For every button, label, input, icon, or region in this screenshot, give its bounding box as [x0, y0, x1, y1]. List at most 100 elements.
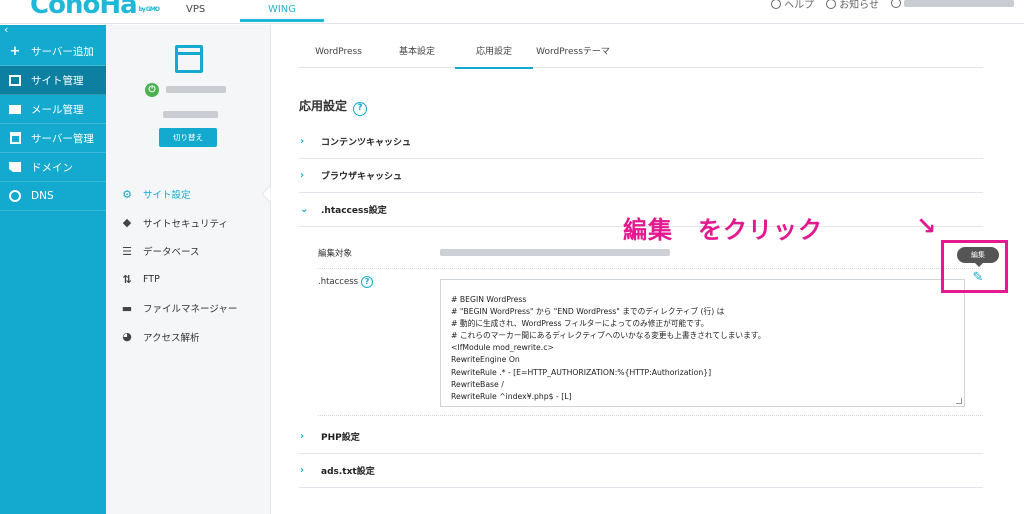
site-menu-item-access-analysis[interactable]: ◕ アクセス解析: [106, 323, 270, 352]
account-name-blurred: [904, 0, 1014, 7]
htaccess-label-text: .htaccess: [318, 277, 359, 287]
code-line: # これらのマーカー間にあるディレクティブへのいかなる変更も上書きされてしまいま…: [451, 331, 766, 341]
bell-icon: [826, 0, 837, 9]
sidebar-item-label: サーバー管理: [31, 132, 94, 145]
divider: [318, 268, 983, 269]
top-right-links: ヘルプ お知らせ: [771, 0, 1014, 11]
page-title: 応用設定?: [299, 97, 368, 116]
site-menu-label: データベース: [143, 247, 200, 259]
sidebar-collapse-button[interactable]: ‹: [0, 24, 106, 37]
folder-icon: ▬: [121, 301, 133, 315]
top-bar: ConoHa by GMO VPS WING ヘルプ お知らせ: [0, 0, 1024, 24]
site-window-icon: [175, 45, 203, 73]
section-title: PHP設定: [321, 433, 360, 443]
site-menu-item-ftp[interactable]: ⇅ FTP: [106, 266, 270, 295]
site-menu-label: ファイルマネージャー: [143, 304, 238, 316]
help-icon[interactable]: ?: [353, 102, 368, 116]
server-icon: [8, 131, 22, 145]
section-title: .htaccess設定: [321, 206, 387, 216]
brand-logo[interactable]: ConoHa by GMO: [30, 0, 160, 20]
chevron-right-icon: ›: [300, 465, 305, 476]
code-line: RewriteBase /: [451, 379, 504, 389]
site-menu-label: サイトセキュリティ: [143, 218, 228, 230]
code-line: RewriteRule .* - [E=HTTP_AUTHORIZATION:%…: [451, 367, 712, 377]
annotation-arrow: ↘: [916, 212, 937, 240]
site-menu-item-database[interactable]: ☰ データベース: [106, 237, 270, 266]
tab-wing[interactable]: WING: [240, 4, 324, 22]
help-label: ヘルプ: [784, 0, 815, 11]
chevron-right-icon: ›: [300, 170, 305, 181]
tab-wordpress-theme[interactable]: WordPressテーマ: [533, 37, 613, 68]
edit-target-path-blurred: [440, 249, 670, 256]
tab-vps[interactable]: VPS: [186, 4, 205, 15]
site-menu-label: サイト設定: [143, 190, 191, 202]
sidebar-item-mail[interactable]: メール管理: [0, 95, 106, 124]
resize-handle[interactable]: [956, 398, 962, 404]
chevron-right-icon: ›: [300, 136, 305, 147]
sidebar-item-add-server[interactable]: + サーバー追加: [0, 37, 106, 66]
help-icon[interactable]: ?: [361, 276, 374, 288]
site-menu-label: FTP: [143, 274, 160, 286]
globe-icon: [8, 189, 22, 203]
edit-target-label: 編集対象: [318, 249, 353, 259]
section-title: コンテンツキャッシュ: [321, 138, 412, 148]
sidebar-item-label: DNS: [31, 190, 54, 202]
shield-icon: ◆: [122, 216, 132, 230]
tab-advanced-settings[interactable]: 応用設定: [455, 37, 533, 69]
page-title-text: 応用設定: [299, 99, 348, 113]
sidebar-item-server[interactable]: サーバー管理: [0, 124, 106, 153]
domain-icon: [8, 160, 22, 174]
sidebar-item-domain[interactable]: ドメイン: [0, 153, 106, 182]
gear-icon: ⚙: [122, 187, 132, 201]
ftp-icon: ⇅: [122, 273, 132, 287]
site-domain-blurred: [163, 111, 218, 118]
site-panel: ⏻ 切り替え ⚙ サイト設定 ◆ サイトセキュリティ ☰ データベース ⇅ FT…: [106, 25, 271, 514]
sidebar-item-dns[interactable]: DNS: [0, 182, 106, 211]
sidebar-item-site-management[interactable]: サイト管理: [0, 66, 106, 95]
pie-chart-icon: ◕: [122, 330, 132, 344]
code-line: # "BEGIN WordPress" から "END WordPress" ま…: [451, 307, 725, 317]
main-content: WordPress 基本設定 応用設定 WordPressテーマ 応用設定? ›…: [271, 25, 1024, 514]
sidebar-item-label: サイト管理: [31, 74, 84, 87]
htaccess-label: .htaccess?: [318, 276, 374, 288]
site-menu-item-file-manager[interactable]: ▬ ファイルマネージャー: [106, 294, 270, 323]
site-menu-item-site-settings[interactable]: ⚙ サイト設定: [106, 180, 270, 209]
chevron-right-icon: ›: [300, 431, 305, 442]
section-title: ads.txt設定: [321, 467, 375, 477]
sidebar-item-label: サーバー追加: [31, 45, 94, 58]
section-ads-txt[interactable]: › ads.txt設定: [299, 454, 983, 488]
htaccess-textarea[interactable]: # BEGIN WordPress # "BEGIN WordPress" から…: [440, 279, 965, 407]
code-line: # 動的に生成され、WordPress フィルターによってのみ修正が可能です。: [451, 319, 709, 329]
settings-tabs: WordPress 基本設定 応用設定 WordPressテーマ: [298, 37, 983, 69]
sidebar-item-label: ドメイン: [31, 161, 73, 174]
notice-label: お知らせ: [839, 0, 879, 11]
sidebar-item-label: メール管理: [31, 103, 84, 116]
section-contents-cache[interactable]: › コンテンツキャッシュ: [299, 125, 983, 159]
mail-icon: [8, 102, 22, 116]
section-title: ブラウザキャッシュ: [321, 172, 403, 182]
section-browser-cache[interactable]: › ブラウザキャッシュ: [299, 159, 983, 193]
annotation-highlight-box: [941, 240, 1008, 293]
logo-text: ConoHa: [30, 0, 138, 20]
switch-button[interactable]: 切り替え: [159, 128, 217, 147]
site-name-blurred: [166, 86, 226, 93]
site-menu-label: アクセス解析: [143, 332, 200, 344]
notice-link[interactable]: お知らせ: [826, 0, 879, 11]
window-icon: [8, 73, 22, 87]
section-php[interactable]: › PHP設定: [299, 420, 983, 454]
code-line: RewriteRule ^index¥.php$ - [L]: [451, 391, 572, 401]
code-line: RewriteEngine On: [451, 355, 520, 365]
site-menu: ⚙ サイト設定 ◆ サイトセキュリティ ☰ データベース ⇅ FTP ▬ ファイ…: [106, 180, 270, 351]
account-menu[interactable]: [891, 0, 1014, 10]
database-icon: ☰: [122, 244, 132, 258]
code-line: # BEGIN WordPress: [451, 295, 527, 304]
plus-icon: +: [9, 43, 21, 59]
help-icon: [771, 0, 782, 9]
annotation-text: 編集 をクリック: [623, 216, 823, 244]
help-link[interactable]: ヘルプ: [771, 0, 814, 11]
tab-basic-settings[interactable]: 基本設定: [379, 37, 455, 68]
logo-sub: by GMO: [138, 6, 160, 13]
tab-wordpress[interactable]: WordPress: [298, 37, 379, 68]
user-icon: [891, 0, 901, 8]
site-menu-item-security[interactable]: ◆ サイトセキュリティ: [106, 209, 270, 238]
